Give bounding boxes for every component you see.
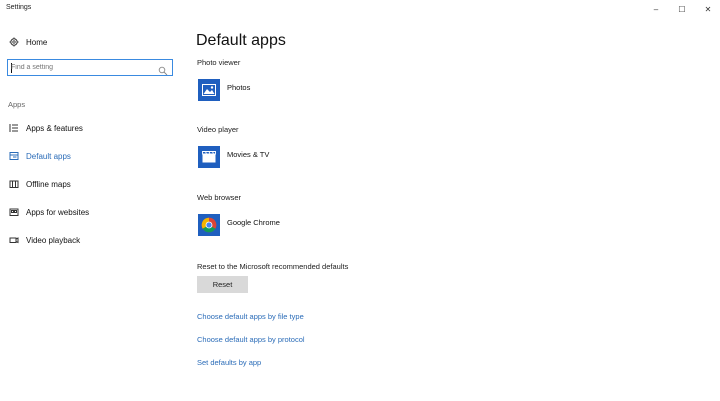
app-name: Movies & TV (227, 150, 270, 159)
main-content: Default apps Photo viewer Photos Video p… (186, 18, 720, 401)
maximize-button[interactable]: ☐ (670, 2, 694, 16)
close-button[interactable]: ✕ (696, 2, 720, 16)
link-default-apps-by-protocol[interactable]: Choose default apps by protocol (197, 335, 305, 344)
sidebar-item-apps-features[interactable]: Apps & features (8, 121, 83, 135)
page-title: Default apps (196, 32, 286, 49)
video-icon (8, 234, 20, 246)
category-label-video-player: Video player (197, 125, 239, 134)
sidebar-item-home[interactable]: Home (8, 35, 47, 49)
sidebar-item-label: Offline maps (26, 179, 71, 189)
sidebar-item-video-playback[interactable]: Video playback (8, 233, 80, 247)
search-box[interactable] (7, 59, 173, 76)
website-icon (8, 206, 20, 218)
sidebar-item-default-apps[interactable]: Default apps (8, 149, 71, 163)
search-icon[interactable] (158, 63, 168, 76)
default-app-video-player[interactable]: Movies & TV (198, 146, 269, 172)
app-name: Photos (227, 83, 251, 92)
sidebar-item-offline-maps[interactable]: Offline maps (8, 177, 71, 191)
photos-icon (198, 79, 220, 101)
section-header-apps: Apps (8, 100, 26, 109)
default-app-web-browser[interactable]: Google Chrome (198, 214, 280, 240)
home-label: Home (26, 37, 48, 47)
sidebar: Home Apps Apps & features Default apps O… (0, 18, 186, 401)
minimize-button[interactable]: – (644, 2, 668, 16)
sidebar-item-label: Video playback (26, 235, 81, 245)
movies-tv-icon (198, 146, 220, 168)
chrome-icon (198, 214, 220, 236)
map-icon (8, 178, 20, 190)
window-title: Settings (6, 4, 32, 11)
list-icon (8, 122, 20, 134)
reset-label: Reset to the Microsoft recommended defau… (197, 262, 349, 271)
sidebar-item-label: Default apps (26, 151, 71, 161)
sidebar-item-apps-for-websites[interactable]: Apps for websites (8, 205, 89, 219)
reset-button[interactable]: Reset (197, 276, 248, 293)
default-apps-icon (8, 150, 20, 162)
gear-icon (8, 36, 20, 48)
category-label-web-browser: Web browser (197, 193, 242, 202)
title-bar: Settings – ☐ ✕ (0, 0, 720, 18)
search-input[interactable] (11, 61, 156, 74)
category-label-photo-viewer: Photo viewer (197, 58, 241, 67)
default-app-photo-viewer[interactable]: Photos (198, 79, 250, 105)
app-name: Google Chrome (227, 218, 280, 227)
sidebar-item-label: Apps for websites (26, 207, 90, 217)
link-default-apps-by-file-type[interactable]: Choose default apps by file type (197, 312, 304, 321)
sidebar-item-label: Apps & features (26, 123, 83, 133)
link-set-defaults-by-app[interactable]: Set defaults by app (197, 358, 261, 367)
